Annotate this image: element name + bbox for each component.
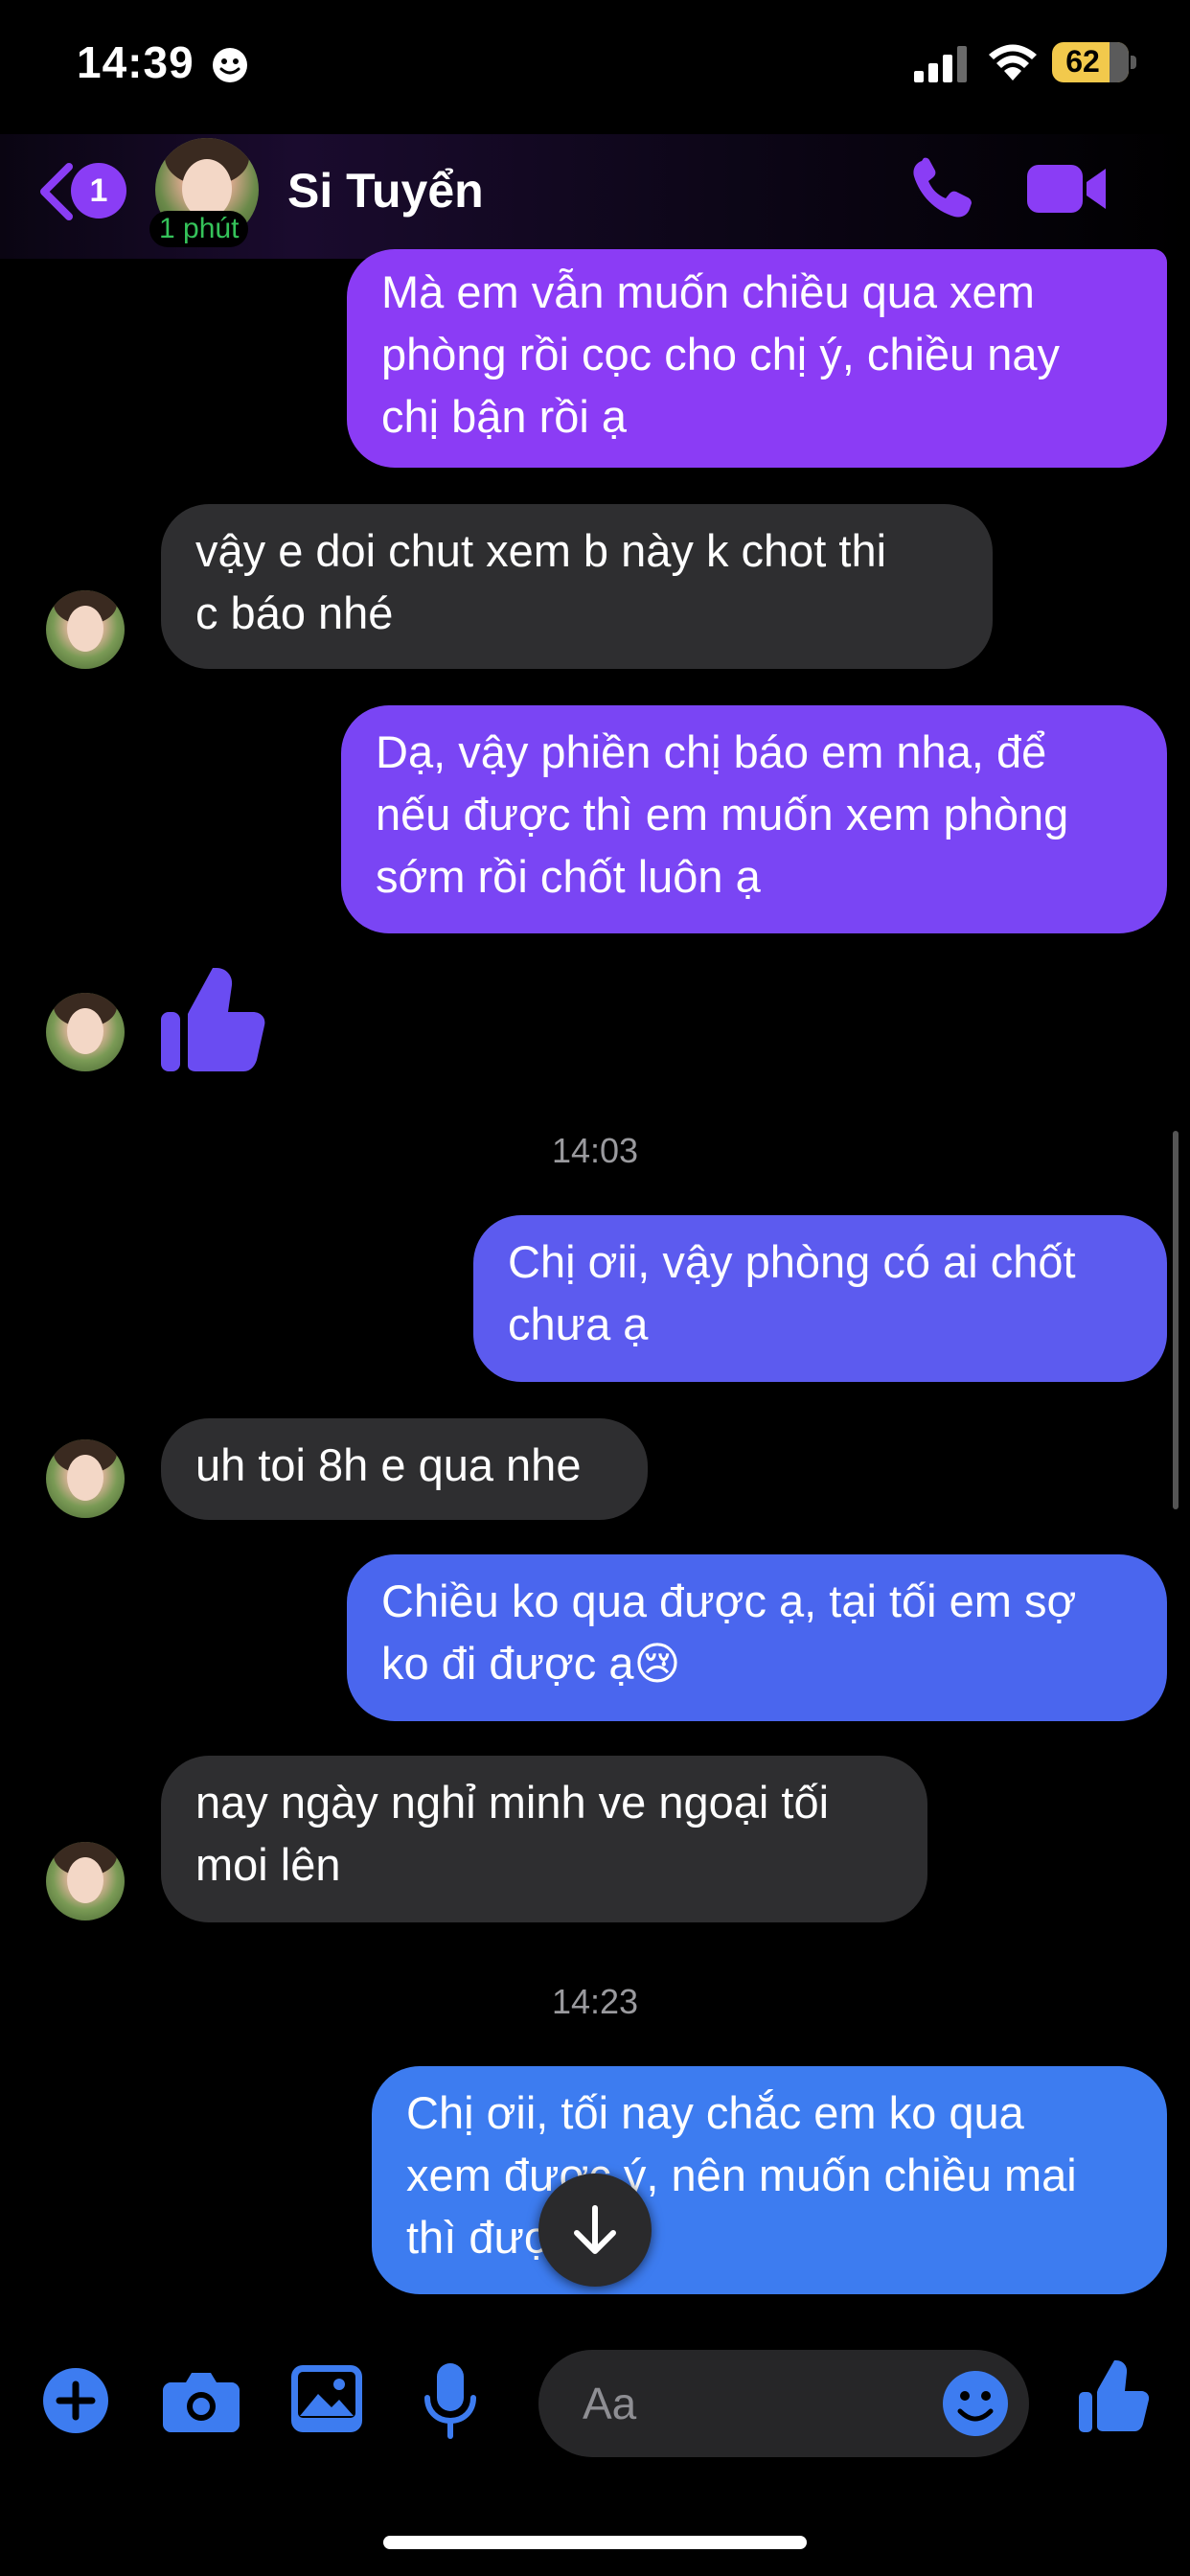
contact-avatar-small[interactable] [46, 993, 125, 1071]
contact-avatar-small[interactable] [46, 1439, 125, 1518]
message-bubble-sent[interactable]: Chiều ko qua được ạ, tại tối em sợ ko đi… [347, 1554, 1167, 1721]
battery-indicator: 62 [1052, 42, 1138, 82]
cellular-signal-icon [914, 46, 967, 82]
message-input[interactable] [583, 2371, 927, 2436]
message-bubble-received[interactable]: uh toi 8h e qua nhe [161, 1418, 648, 1520]
plus-icon[interactable] [42, 2367, 109, 2434]
unread-count-badge[interactable]: 1 [71, 163, 126, 218]
wifi-icon [989, 44, 1037, 80]
contact-avatar-small[interactable] [46, 590, 125, 669]
contact-name[interactable]: Si Tuyển [287, 163, 484, 218]
chat-header: 1 1 phút Si Tuyển [0, 134, 1190, 259]
message-input-field[interactable] [538, 2350, 1029, 2457]
contact-avatar-small[interactable] [46, 1842, 125, 1920]
like-reaction-icon[interactable] [161, 966, 266, 1073]
image-gallery-icon[interactable] [291, 2365, 362, 2432]
phone-call-icon[interactable] [908, 155, 975, 222]
like-thumbs-up-icon[interactable] [1079, 2359, 1150, 2432]
message-bubble-sent[interactable]: Chị ơii, vậy phòng có ai chốt chưa ạ [473, 1215, 1167, 1382]
timestamp-divider: 14:03 [551, 1131, 639, 1170]
home-indicator[interactable] [383, 2536, 807, 2549]
timestamp-divider: 14:23 [551, 1982, 639, 2021]
message-bubble-sent[interactable]: Mà em vẫn muốn chiều qua xem phòng rồi c… [347, 249, 1167, 468]
battery-level: 62 [1065, 44, 1100, 79]
message-bubble-received[interactable]: vậy e doi chut xem b này k chot thi c bá… [161, 504, 993, 669]
message-bubble-received[interactable]: nay ngày nghỉ minh ve ngoại tối moi lên [161, 1756, 927, 1922]
emoji-icon[interactable] [941, 2369, 1010, 2438]
arrow-down-icon [574, 2205, 616, 2254]
active-status-badge: 1 phút [149, 211, 249, 247]
status-bar: 14:39 62 [0, 0, 1190, 134]
message-bubble-sent[interactable]: Dạ, vậy phiền chị báo em nha, để nếu đượ… [341, 705, 1167, 933]
status-time: 14:39 [77, 37, 195, 87]
scroll-to-bottom-button[interactable] [538, 2174, 652, 2287]
video-call-icon[interactable] [1027, 159, 1108, 218]
camera-icon[interactable] [163, 2369, 240, 2432]
microphone-icon[interactable] [423, 2363, 477, 2440]
focus-mode-icon [213, 48, 247, 82]
scrollbar[interactable] [1173, 1131, 1179, 1509]
message-bubble-sent[interactable]: Chị ơii, tối nay chắc em ko qua xem được… [372, 2066, 1167, 2294]
